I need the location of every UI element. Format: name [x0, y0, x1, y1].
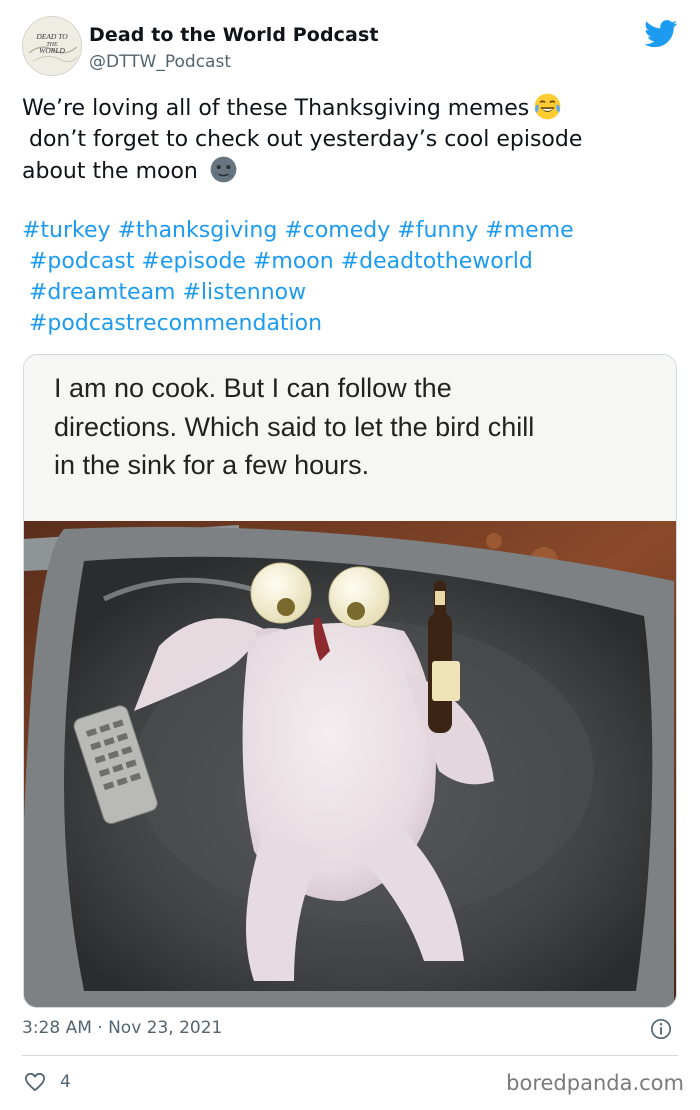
tweet-text-line-2: don’t forget to check out yesterday’s co…	[22, 127, 583, 152]
turkey-in-sink-photo	[24, 521, 676, 1007]
hashtag-link[interactable]: #dreamteam	[29, 280, 175, 305]
tweet-text-line-3: about the moon	[22, 155, 682, 187]
tweet-text: We’re loving all of these Thanksgiving m…	[22, 92, 682, 187]
meme-caption-line: I am no cook. But I can follow the	[54, 373, 452, 403]
meme-caption-line: in the sink for a few hours.	[54, 450, 370, 480]
hashtag-link[interactable]: #deadtotheworld	[341, 249, 533, 274]
twitter-bird-icon[interactable]	[644, 20, 678, 48]
hashtag-row: #podcast #episode #moon #deadtotheworld	[22, 246, 682, 277]
hashtag-link[interactable]: #listennow	[182, 280, 306, 305]
hashtag-block: #turkey #thanksgiving #comedy #funny #me…	[22, 215, 682, 339]
meme-caption-band: I am no cook. But I can follow the direc…	[24, 355, 676, 521]
hashtag-row: #podcastrecommendation	[22, 308, 682, 339]
avatar-logo-image: DEAD TO THE WORLD	[23, 17, 81, 75]
avatar[interactable]: DEAD TO THE WORLD	[22, 16, 82, 76]
hashtag-link[interactable]: #turkey	[22, 218, 111, 243]
turkey-photo-illustration	[24, 521, 676, 1007]
hashtag-link[interactable]: #thanksgiving	[118, 218, 278, 243]
hashtag-row: #turkey #thanksgiving #comedy #funny #me…	[22, 215, 682, 246]
footer-divider	[22, 1055, 678, 1056]
hashtag-row: #dreamteam #listennow	[22, 277, 682, 308]
hashtag-link[interactable]: #comedy	[284, 218, 390, 243]
hashtag-link[interactable]: #podcast	[29, 249, 135, 274]
like-count: 4	[60, 1072, 71, 1092]
like-button[interactable]: 4	[24, 1072, 71, 1092]
svg-text:DEAD TO: DEAD TO	[35, 32, 68, 41]
face-with-tears-of-joy-emoji	[534, 93, 561, 120]
hashtag-link[interactable]: #podcastrecommendation	[29, 311, 322, 336]
info-icon[interactable]	[650, 1018, 672, 1040]
meme-caption-line: directions. Which said to let the bird c…	[54, 411, 535, 442]
tweet-timestamp[interactable]: 3:28 AM · Nov 23, 2021	[22, 1018, 222, 1038]
tweet-text-line-1: We’re loving all of these Thanksgiving m…	[22, 92, 682, 124]
source-watermark: boredpanda.com	[506, 1071, 684, 1095]
heart-icon	[24, 1072, 46, 1092]
svg-text:WORLD: WORLD	[39, 46, 65, 55]
meme-caption: I am no cook. But I can follow the direc…	[54, 369, 654, 485]
tweet-media-image[interactable]: I am no cook. But I can follow the direc…	[23, 354, 677, 1008]
hashtag-link[interactable]: #funny	[397, 218, 478, 243]
new-moon-face-emoji	[210, 156, 237, 183]
author-handle[interactable]: @DTTW_Podcast	[89, 52, 231, 72]
hashtag-link[interactable]: #moon	[253, 249, 334, 274]
author-display-name[interactable]: Dead to the World Podcast	[89, 24, 379, 46]
tweet-header: DEAD TO THE WORLD Dead to the World Podc…	[22, 14, 682, 78]
hashtag-link[interactable]: #meme	[485, 218, 573, 243]
hashtag-link[interactable]: #episode	[142, 249, 246, 274]
